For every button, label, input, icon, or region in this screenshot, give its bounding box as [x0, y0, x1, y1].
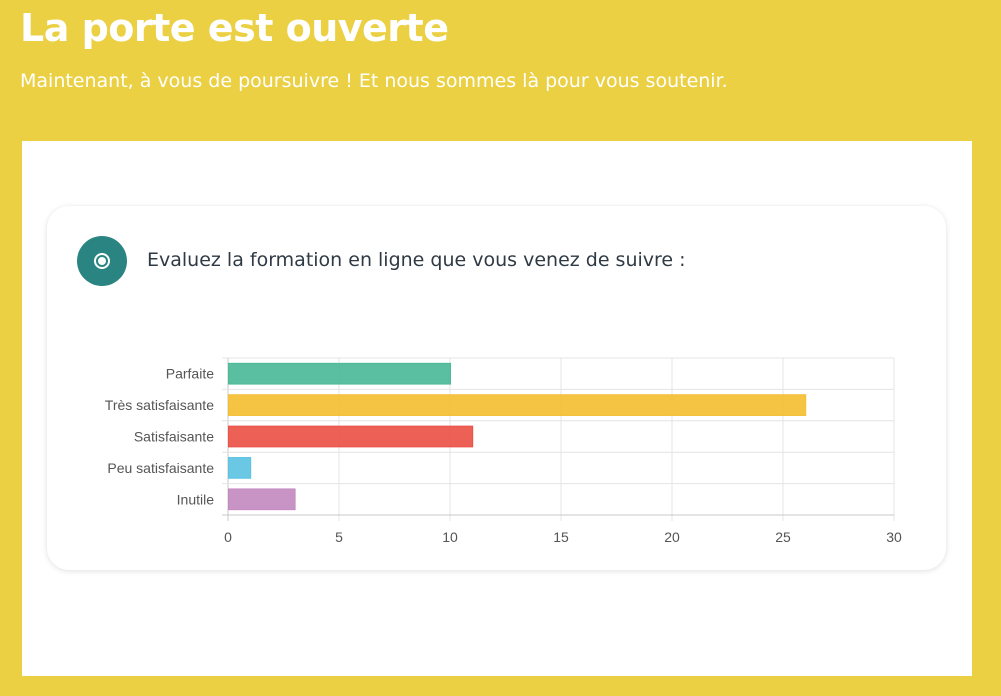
x-tick-label: 5 — [335, 529, 343, 545]
bar — [228, 457, 252, 479]
category-label: Inutile — [177, 491, 215, 507]
question-card: Evaluez la formation en ligne que vous v… — [47, 206, 946, 570]
results-bar-chart: 0 5 10 15 20 25 30 Parfaite Très satisfaisante Sa… — [105, 357, 902, 545]
bar — [228, 488, 296, 511]
page-title: La porte est ouverte — [20, 6, 449, 50]
category-label: Satisfaisante — [134, 429, 214, 445]
bar — [228, 394, 807, 416]
bar — [228, 362, 451, 385]
category-label: Peu satisfaisante — [107, 460, 214, 476]
category-label: Parfaite — [166, 366, 214, 382]
x-tick-label: 25 — [775, 529, 791, 545]
page-subtitle: Maintenant, à vous de poursuivre ! Et no… — [20, 70, 728, 92]
x-tick-label: 30 — [886, 529, 902, 545]
x-tick-label: 10 — [442, 529, 458, 545]
bar — [228, 425, 474, 448]
x-tick-label: 0 — [224, 529, 232, 545]
x-tick-label: 20 — [664, 529, 680, 545]
content-panel: Evaluez la formation en ligne que vous v… — [22, 141, 972, 676]
category-label: Très satisfaisante — [105, 397, 214, 413]
x-tick-label: 15 — [553, 529, 569, 545]
